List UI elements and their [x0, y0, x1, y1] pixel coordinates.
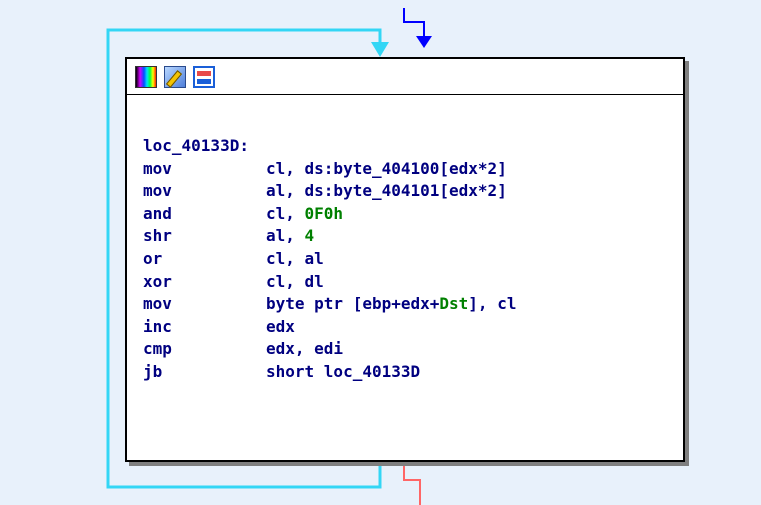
operand: edx: [266, 316, 295, 336]
instruction-line[interactable]: mov al, ds:byte_404101[edx*2]: [143, 180, 683, 203]
mnemonic: mov: [143, 181, 172, 201]
instruction-line[interactable]: mov byte ptr [ebp+edx+Dst], cl: [143, 293, 683, 316]
group-nodes-icon[interactable]: [193, 65, 215, 88]
node-toolbar: [127, 59, 683, 95]
operand-immediate: 4: [304, 226, 315, 246]
exit-edge[interactable]: [403, 464, 421, 505]
operand: cl, al: [266, 248, 324, 268]
operand-immediate: 0F0h: [304, 203, 344, 223]
mnemonic: mov: [143, 294, 172, 314]
operand: al, ds:byte_404101[edx*2]: [266, 181, 507, 201]
mnemonic: and: [143, 203, 172, 223]
rename-icon[interactable]: [164, 65, 186, 88]
mnemonic: cmp: [143, 339, 172, 359]
basic-block-node[interactable]: loc_40133D: mov cl, ds:byte_404100[edx*2]…: [125, 57, 685, 462]
instruction-line[interactable]: jb short loc_40133D: [143, 361, 683, 384]
entry-edge[interactable]: [403, 8, 425, 36]
disassembly-listing: loc_40133D: mov cl, ds:byte_404100[edx*2]…: [127, 95, 683, 384]
operand: edx, edi: [266, 339, 344, 359]
instruction-line[interactable]: xor cl, dl: [143, 271, 683, 294]
operand: cl, ds:byte_404100[edx*2]: [266, 158, 507, 178]
color-icon[interactable]: [135, 65, 157, 88]
mnemonic: mov: [143, 158, 172, 178]
operand-immediate: Dst: [439, 294, 469, 314]
mnemonic: inc: [143, 316, 172, 336]
loop-edge-arrowhead: [371, 42, 389, 57]
instruction-line[interactable]: and cl, 0F0h: [143, 203, 683, 226]
block-label[interactable]: loc_40133D:: [143, 135, 683, 158]
operand: ], cl: [468, 294, 517, 314]
entry-edge-arrowhead: [416, 36, 432, 48]
operand: byte ptr [ebp+edx+: [266, 294, 440, 314]
instruction-line[interactable]: mov cl, ds:byte_404100[edx*2]: [143, 158, 683, 181]
instruction-line[interactable]: cmp edx, edi: [143, 338, 683, 361]
instruction-line[interactable]: inc edx: [143, 316, 683, 339]
operand: cl, dl: [266, 271, 324, 291]
mnemonic: or: [143, 248, 163, 268]
mnemonic: shr: [143, 226, 172, 246]
instruction-line[interactable]: shr al, 4: [143, 225, 683, 248]
mnemonic: jb: [143, 361, 163, 381]
operand: short loc_40133D: [266, 361, 421, 381]
instruction-line[interactable]: or cl, al: [143, 248, 683, 271]
mnemonic: xor: [143, 271, 172, 291]
operand: cl,: [266, 203, 305, 223]
operand: al,: [266, 226, 305, 246]
